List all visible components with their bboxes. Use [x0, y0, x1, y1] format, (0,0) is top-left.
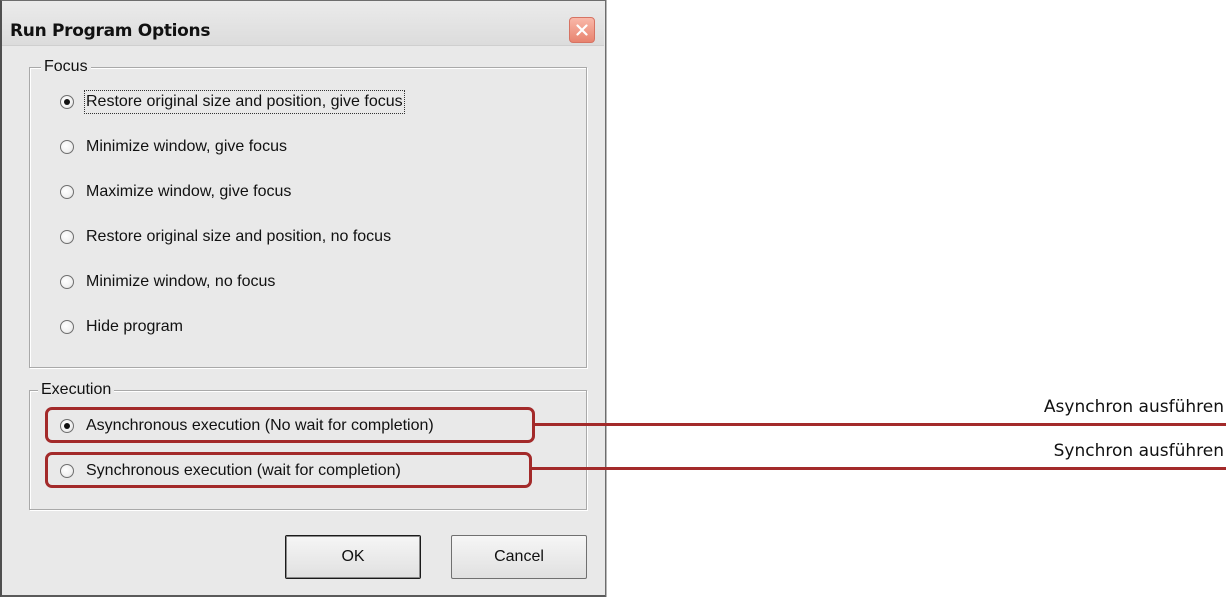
radio-restore-give-focus[interactable]: Restore original size and position, give…	[60, 90, 405, 114]
window-title: Run Program Options	[10, 21, 211, 41]
screenshot-canvas: Run Program Options Focus Restore origin…	[0, 0, 1226, 599]
radio-label: Minimize window, give focus	[86, 138, 287, 155]
radio-hide-program[interactable]: Hide program	[60, 315, 183, 339]
sync-connector-line	[532, 467, 1226, 470]
radio-restore-no-focus[interactable]: Restore original size and position, no f…	[60, 225, 391, 249]
radio-button-checked[interactable]	[60, 95, 74, 109]
radio-button[interactable]	[60, 140, 74, 154]
radio-label: Hide program	[86, 318, 183, 335]
radio-button[interactable]	[60, 185, 74, 199]
sync-annotation-label: Synchron ausführen	[1053, 441, 1224, 461]
radio-label: Minimize window, no focus	[86, 273, 276, 290]
async-annotation-label: Asynchron ausführen	[1043, 397, 1224, 417]
radio-label: Restore original size and position, no f…	[86, 228, 392, 245]
run-program-options-dialog: Run Program Options Focus Restore origin…	[0, 0, 606, 597]
async-connector-line	[535, 423, 1226, 426]
execution-group-label: Execution	[38, 380, 115, 400]
radio-minimize-give-focus[interactable]: Minimize window, give focus	[60, 135, 287, 159]
radio-label: Restore original size and position, give…	[84, 90, 405, 114]
radio-button[interactable]	[60, 230, 74, 244]
radio-minimize-no-focus[interactable]: Minimize window, no focus	[60, 270, 275, 294]
radio-maximize-give-focus[interactable]: Maximize window, give focus	[60, 180, 291, 204]
sync-highlight-box	[45, 452, 532, 488]
close-button[interactable]	[569, 17, 595, 43]
radio-button[interactable]	[60, 275, 74, 289]
cancel-button[interactable]: Cancel	[451, 535, 587, 579]
async-highlight-box	[45, 407, 535, 443]
radio-label: Maximize window, give focus	[86, 183, 292, 200]
title-bar[interactable]: Run Program Options	[2, 1, 604, 46]
focus-group-label: Focus	[41, 57, 91, 77]
ok-button[interactable]: OK	[285, 535, 421, 579]
close-icon	[576, 24, 588, 36]
radio-button[interactable]	[60, 320, 74, 334]
